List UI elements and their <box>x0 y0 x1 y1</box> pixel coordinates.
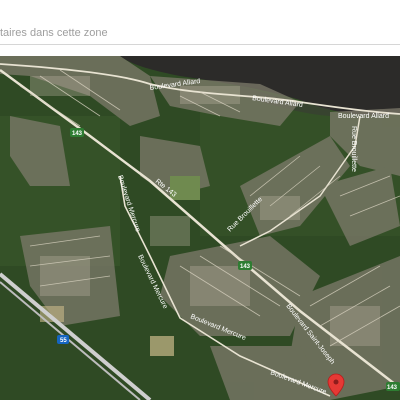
search-text: taires dans cette zone <box>0 27 108 39</box>
svg-text:143: 143 <box>387 385 398 391</box>
clearing <box>150 336 174 356</box>
search-bar: taires dans cette zone <box>0 0 400 56</box>
route-shield-143: 143 <box>70 128 84 137</box>
svg-text:55: 55 <box>60 338 67 344</box>
satellite-map[interactable]: Boulevard Allard Boulevard Allard Boulev… <box>0 56 400 400</box>
route-shield-143: 143 <box>238 261 252 270</box>
search-underline <box>0 44 400 45</box>
svg-text:143: 143 <box>72 131 83 137</box>
route-shield-55: 55 <box>57 335 69 344</box>
road-label-boulevard-allard: Boulevard Allard <box>338 113 389 120</box>
svg-text:143: 143 <box>240 264 251 270</box>
road-label-rue-brouillette: Rue Brouillette <box>350 126 357 172</box>
route-shield-143: 143 <box>386 382 400 391</box>
